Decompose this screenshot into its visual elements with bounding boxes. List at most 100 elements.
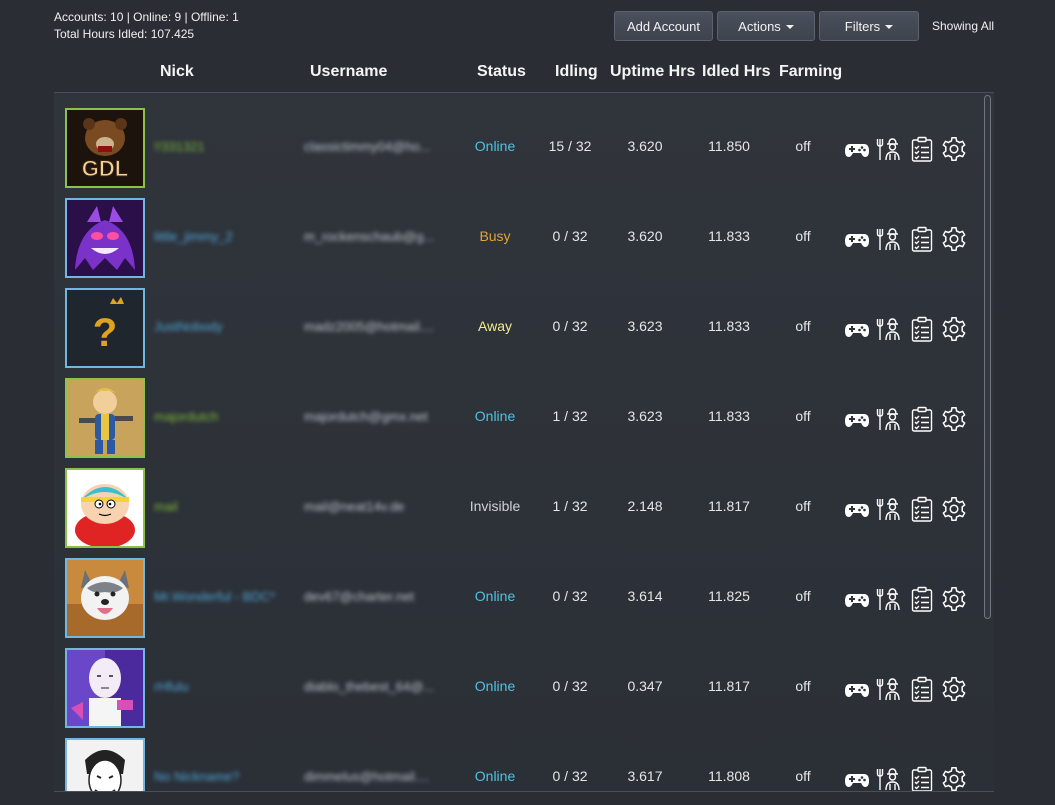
farming-state: off	[795, 678, 811, 694]
farmer-icon[interactable]	[876, 766, 902, 791]
question-avatar[interactable]: ?	[65, 288, 145, 368]
gamepad-icon[interactable]	[844, 136, 870, 162]
idling-count: 0 / 32	[552, 588, 588, 604]
gamepad-icon[interactable]	[844, 586, 870, 612]
chevron-down-icon	[885, 24, 894, 29]
idling-count: 0 / 32	[552, 318, 588, 334]
gear-icon[interactable]	[941, 586, 967, 612]
showing-filter-text: Showing All	[932, 19, 995, 33]
ghost-avatar[interactable]	[65, 198, 145, 278]
farmer-icon[interactable]	[876, 316, 902, 342]
column-header-farming[interactable]: Farming	[779, 63, 842, 81]
gamepad-icon[interactable]	[844, 406, 870, 432]
status-text: Online	[474, 138, 516, 154]
farmer-icon[interactable]	[876, 676, 902, 702]
username-text: majordutch@gmx.net	[304, 409, 428, 424]
status-text: Online	[474, 678, 516, 694]
gamepad-icon[interactable]	[844, 766, 870, 791]
idled-hours: 11.808	[708, 768, 750, 784]
farming-state: off	[795, 498, 811, 514]
clipboard-icon[interactable]	[909, 406, 935, 432]
clipboard-icon[interactable]	[909, 586, 935, 612]
column-header-idling[interactable]: Idling	[555, 63, 598, 81]
husky-avatar[interactable]	[65, 558, 145, 638]
idling-count: 1 / 32	[552, 498, 588, 514]
clipboard-icon[interactable]	[909, 676, 935, 702]
svg-text:?: ?	[93, 311, 117, 355]
gear-icon[interactable]	[941, 496, 967, 522]
farming-state: off	[795, 588, 811, 604]
vaultboy-avatar[interactable]	[65, 378, 145, 458]
column-header-username[interactable]: Username	[310, 63, 387, 81]
accounts-table: GDL !!331321 classictimmy04@ho... Online 15 …	[54, 92, 994, 792]
farming-state: off	[795, 138, 811, 154]
idled-hours: 11.833	[708, 318, 750, 334]
status-text: Online	[474, 588, 516, 604]
clipboard-icon[interactable]	[909, 136, 935, 162]
gear-icon[interactable]	[941, 226, 967, 252]
idled-hours: 11.850	[708, 138, 750, 154]
uptime-hours: 3.620	[627, 138, 663, 154]
gamepad-icon[interactable]	[844, 496, 870, 522]
joker-avatar[interactable]	[65, 738, 145, 791]
idled-hours: 11.817	[708, 498, 750, 514]
column-header-uptime[interactable]: Uptime Hrs	[610, 63, 695, 81]
username-text: dimmelus@hotmail....	[304, 769, 430, 784]
gear-icon[interactable]	[941, 766, 967, 791]
gear-icon[interactable]	[941, 406, 967, 432]
nick-text: mail	[154, 499, 178, 514]
chevron-down-icon	[785, 24, 794, 29]
gear-icon[interactable]	[941, 316, 967, 342]
idled-hours: 11.833	[708, 408, 750, 424]
status-text: Away	[478, 318, 512, 334]
gear-icon[interactable]	[941, 676, 967, 702]
clipboard-icon[interactable]	[909, 496, 935, 522]
username-text: diablo_thebest_64@...	[304, 679, 435, 694]
gamepad-icon[interactable]	[844, 676, 870, 702]
username-text: dev67@charter.net	[304, 589, 415, 604]
uptime-hours: 3.623	[627, 408, 663, 424]
farmer-icon[interactable]	[876, 226, 902, 252]
add-account-label: Add Account	[627, 18, 700, 34]
username-text: madz2005@hotmail....	[304, 319, 435, 334]
gamepad-icon[interactable]	[844, 226, 870, 252]
idling-count: 15 / 32	[548, 138, 592, 154]
farmer-icon[interactable]	[876, 496, 902, 522]
table-row: little_jimmy_2 m_rockenschaub@g... Busy 0 /…	[54, 183, 994, 278]
uptime-hours: 3.614	[627, 588, 663, 604]
table-header: Nick Username Status Idling Uptime Hrs I…	[0, 63, 1055, 83]
uptime-hours: 3.623	[627, 318, 663, 334]
idling-count: 0 / 32	[552, 228, 588, 244]
actions-label: Actions	[738, 18, 781, 34]
status-text: Online	[474, 408, 516, 424]
add-account-button[interactable]: Add Account	[614, 11, 713, 41]
farmer-icon[interactable]	[876, 586, 902, 612]
toolbar: Add Account Actions Filters Showing All	[614, 11, 994, 41]
table-scrollbar[interactable]	[984, 95, 991, 619]
uptime-hours: 2.148	[627, 498, 663, 514]
clipboard-icon[interactable]	[909, 226, 935, 252]
farming-state: off	[795, 408, 811, 424]
status-text: Invisible	[469, 498, 521, 514]
username-text: mail@neat14v.de	[304, 499, 405, 514]
table-row: No Nickname? dimmelus@hotmail.... Online 0 …	[54, 723, 994, 791]
uptime-hours: 3.617	[627, 768, 663, 784]
clipboard-icon[interactable]	[909, 766, 935, 791]
column-header-idled[interactable]: Idled Hrs	[702, 63, 770, 81]
nick-text: Mr.Wonderful - BDC*	[154, 589, 276, 604]
bear-gdl-avatar[interactable]: GDL	[65, 108, 145, 188]
cartman-avatar[interactable]	[65, 468, 145, 548]
idled-hours: 11.825	[708, 588, 750, 604]
gamepad-icon[interactable]	[844, 316, 870, 342]
column-header-nick[interactable]: Nick	[160, 63, 194, 81]
filters-dropdown-button[interactable]: Filters	[819, 11, 919, 41]
actions-dropdown-button[interactable]: Actions	[717, 11, 815, 41]
farmer-icon[interactable]	[876, 136, 902, 162]
gear-icon[interactable]	[941, 136, 967, 162]
column-header-status[interactable]: Status	[477, 63, 526, 81]
saitama-avatar[interactable]	[65, 648, 145, 728]
clipboard-icon[interactable]	[909, 316, 935, 342]
idling-count: 0 / 32	[552, 768, 588, 784]
farmer-icon[interactable]	[876, 406, 902, 432]
table-row: majordutch majordutch@gmx.net Online 1 / 32…	[54, 363, 994, 458]
